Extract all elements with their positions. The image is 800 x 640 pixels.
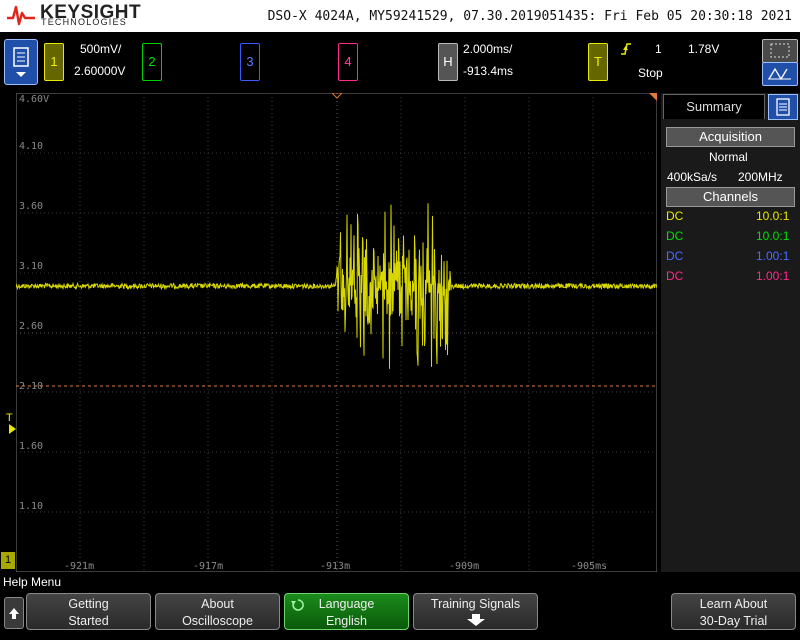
waveform-display[interactable]	[16, 93, 657, 572]
acquisition-header: Acquisition	[666, 127, 795, 147]
keysight-logo-icon	[7, 5, 35, 26]
language-button[interactable]: Language English	[284, 593, 409, 630]
y-label-4: 2.60	[19, 321, 44, 332]
softkey-label: English	[326, 614, 367, 628]
ch2-coupling: DC	[666, 229, 684, 243]
horizontal-delay: -913.4ms	[463, 64, 514, 78]
trigger-level-marker: T	[6, 412, 13, 424]
softkey-label: Getting	[68, 597, 109, 611]
bandwidth: 200MHz	[738, 170, 783, 184]
ch1-probe: 10.0:1	[756, 209, 790, 223]
ch1-coupling: DC	[666, 209, 684, 223]
y-label-6: 1.60	[19, 441, 44, 452]
getting-started-button[interactable]: Getting Started	[26, 593, 151, 630]
up-arrow-icon	[9, 608, 19, 619]
channel-1-button[interactable]: 1	[44, 43, 64, 81]
x-label-1: -917m	[193, 561, 224, 572]
measure-icon	[768, 67, 791, 81]
y-label-1: 4.10	[19, 141, 44, 152]
menu-icon	[13, 47, 29, 77]
instrument-info: DSO-X 4024A, MY59241529, 07.30.201905143…	[267, 9, 792, 24]
ch3-coupling: DC	[666, 249, 684, 263]
softkey-label: About	[201, 597, 234, 611]
trigger-arrow-icon	[9, 424, 16, 434]
ch1-offset: 2.60000V	[74, 64, 126, 78]
tab-summary[interactable]: Summary	[663, 94, 765, 119]
panel-list-button[interactable]	[768, 94, 798, 120]
ch4-coupling: DC	[666, 269, 684, 283]
softkey-label: 30-Day Trial	[699, 614, 768, 628]
y-label-7: 1.10	[19, 501, 44, 512]
back-button[interactable]	[4, 597, 24, 629]
learn-trial-button[interactable]: Learn About 30-Day Trial	[671, 593, 796, 630]
trigger-level: 1.78V	[688, 42, 720, 56]
zoom-icon	[770, 43, 790, 58]
list-icon	[776, 98, 790, 116]
channel-3-button[interactable]: 3	[240, 43, 260, 81]
ch1-ground-marker: 1	[1, 552, 15, 569]
help-menu-title: Help Menu	[3, 575, 62, 589]
zoom-button[interactable]	[762, 39, 798, 63]
x-label-4: -905ms	[571, 561, 608, 572]
horizontal-scale: 2.000ms/	[463, 42, 513, 56]
channel-4-button[interactable]: 4	[338, 43, 358, 81]
rotate-icon	[291, 599, 304, 611]
x-label-0: -921m	[64, 561, 95, 572]
run-status: Stop	[638, 66, 663, 80]
ch1-scale: 500mV/	[80, 42, 122, 56]
channels-header: Channels	[666, 187, 795, 207]
softkey-label: Started	[68, 614, 109, 628]
y-label-5: 2.10	[19, 381, 44, 392]
brand-subtitle: TECHNOLOGIES	[41, 17, 127, 27]
side-panel	[661, 93, 800, 572]
control-bar	[0, 32, 800, 92]
rising-edge-icon	[621, 43, 631, 55]
training-signals-button[interactable]: Training Signals	[413, 593, 538, 630]
main-menu-button[interactable]	[4, 39, 38, 85]
x-label-3: -909m	[449, 561, 480, 572]
softkey-label: Oscilloscope	[182, 614, 253, 628]
y-label-3: 3.10	[19, 261, 44, 272]
measure-button[interactable]	[762, 62, 798, 86]
softkey-label: Training Signals	[430, 597, 521, 611]
softkey-label: Learn About	[699, 597, 768, 611]
y-label-2: 3.60	[19, 201, 44, 212]
trigger-button[interactable]: T	[588, 43, 608, 81]
about-oscilloscope-button[interactable]: About Oscilloscope	[155, 593, 280, 630]
trigger-source: 1	[655, 42, 662, 56]
sample-rate: 400kSa/s	[667, 170, 718, 184]
x-label-2: -913m	[320, 561, 351, 572]
ch2-probe: 10.0:1	[756, 229, 790, 243]
y-label-0: 4.60V	[19, 94, 50, 105]
down-arrow-icon	[466, 614, 485, 626]
horizontal-button[interactable]: H	[438, 43, 458, 81]
ch3-probe: 1.00:1	[756, 249, 790, 263]
ch4-probe: 1.00:1	[756, 269, 790, 283]
channel-2-button[interactable]: 2	[142, 43, 162, 81]
acquisition-mode: Normal	[709, 150, 748, 164]
